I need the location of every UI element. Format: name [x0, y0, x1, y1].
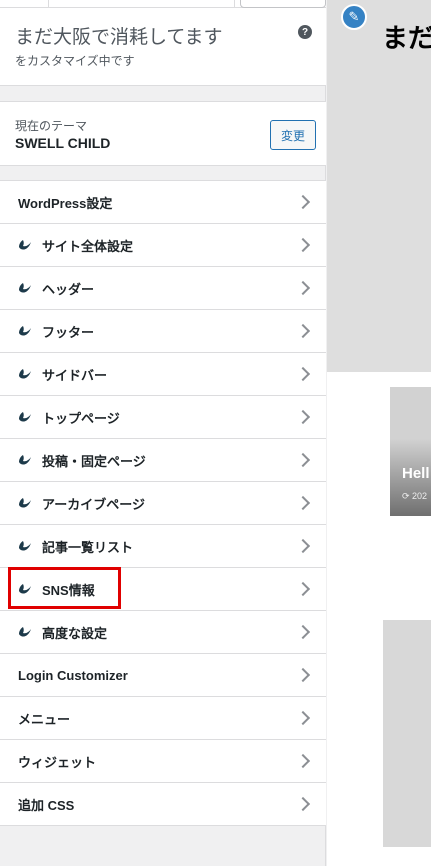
post-title: Hell	[402, 465, 430, 482]
preview-post-card[interactable]	[383, 620, 431, 847]
chevron-right-icon	[295, 624, 311, 640]
menu-item-label: フッター	[42, 324, 95, 340]
preview-hero: ✎ まだ	[327, 0, 431, 372]
menu-item-label: トップページ	[42, 410, 120, 426]
customizer-menu: WordPress設定サイト全体設定 ヘッダーフッターサイドバートップページ投稿・…	[0, 180, 326, 826]
theme-panel: 現在のテーマ SWELL CHILD 変更	[0, 101, 326, 166]
site-subtitle: をカスタマイズ中です	[15, 54, 135, 68]
chevron-right-icon	[295, 581, 311, 597]
menu-item[interactable]: メニュー	[0, 697, 326, 740]
swell-icon	[19, 541, 31, 551]
post-date: ⟳ 202	[402, 491, 428, 501]
menu-item-label: WordPress設定	[18, 195, 113, 211]
swell-icon	[19, 412, 31, 422]
theme-label: 現在のテーマ	[15, 119, 88, 133]
menu-item-label: ウィジェット	[18, 754, 97, 770]
menu-item-label: アーカイブページ	[42, 496, 145, 512]
chevron-right-icon	[295, 452, 311, 468]
site-preview: ✎ まだ Hell ⟳ 202	[327, 0, 431, 866]
customizer-sidebar: まだ大阪で消耗してます をカスタマイズ中です ? 現在のテーマ SWELL CH…	[0, 0, 326, 866]
menu-item-label: 高度な設定	[42, 625, 108, 641]
customizer-topbar	[0, 0, 326, 8]
menu-item-label: 記事一覧リスト	[42, 539, 134, 555]
swell-icon	[19, 584, 31, 594]
pencil-icon[interactable]: ✎	[341, 4, 367, 30]
swell-icon	[19, 240, 31, 250]
menu-item[interactable]: WordPress設定	[0, 181, 326, 224]
menu-item-label: ヘッダー	[42, 281, 95, 297]
menu-item[interactable]: 投稿・固定ページ	[0, 439, 326, 482]
chevron-right-icon	[295, 280, 311, 296]
chevron-right-icon	[295, 366, 311, 382]
swell-icon	[19, 498, 31, 508]
menu-item[interactable]: Login Customizer	[0, 654, 326, 697]
chevron-right-icon	[295, 194, 311, 210]
chevron-right-icon	[295, 753, 311, 769]
swell-icon	[19, 326, 31, 336]
menu-item[interactable]: サイト全体設定	[0, 224, 326, 267]
preview-post-card[interactable]: Hell ⟳ 202	[390, 387, 431, 516]
site-info-panel: まだ大阪で消耗してます をカスタマイズ中です ?	[0, 8, 326, 86]
menu-item-label: 投稿・固定ページ	[42, 453, 146, 469]
menu-item[interactable]: フッター	[0, 310, 326, 353]
change-theme-button[interactable]: 変更	[270, 120, 316, 150]
menu-item-label: Login Customizer	[18, 667, 128, 683]
menu-item[interactable]: トップページ	[0, 396, 326, 439]
menu-item[interactable]: 高度な設定	[0, 611, 326, 654]
menu-item[interactable]: ヘッダー	[0, 267, 326, 310]
help-icon[interactable]: ?	[298, 25, 312, 39]
site-title: まだ大阪で消耗してます	[15, 27, 223, 48]
swell-icon	[19, 369, 31, 379]
menu-item[interactable]: ウィジェット	[0, 740, 326, 783]
chevron-right-icon	[295, 409, 311, 425]
swell-icon	[19, 283, 31, 293]
menu-item[interactable]: 記事一覧リスト	[0, 525, 326, 568]
swell-icon	[19, 627, 31, 637]
topbar-divider	[48, 0, 49, 8]
chevron-right-icon	[295, 323, 311, 339]
chevron-right-icon	[295, 237, 311, 253]
menu-item-label: 追加 CSS	[18, 797, 75, 813]
menu-item[interactable]: SNS情報	[0, 568, 326, 611]
chevron-right-icon	[295, 538, 311, 554]
chevron-right-icon	[295, 667, 311, 683]
menu-item[interactable]: アーカイブページ	[0, 482, 326, 525]
menu-item-label: SNS情報	[42, 582, 95, 598]
menu-item-label: サイドバー	[42, 367, 108, 383]
theme-name: SWELL CHILD	[15, 135, 111, 151]
preview-heading: まだ	[382, 23, 431, 53]
menu-item[interactable]: 追加 CSS	[0, 783, 326, 826]
swell-icon	[19, 455, 31, 465]
chevron-right-icon	[295, 796, 311, 812]
chevron-right-icon	[295, 710, 311, 726]
topbar-button[interactable]	[240, 0, 326, 8]
topbar-divider	[234, 0, 235, 8]
chevron-right-icon	[295, 495, 311, 511]
menu-item[interactable]: サイドバー	[0, 353, 326, 396]
menu-item-label: メニュー	[18, 711, 71, 727]
menu-item-label: サイト全体設定	[42, 238, 134, 254]
